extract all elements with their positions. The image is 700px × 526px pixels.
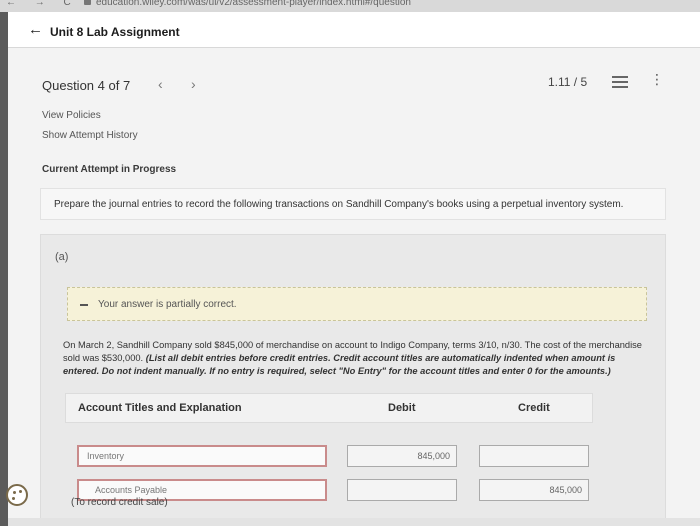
browser-toolbar: ← → C education.wiley.com/was/ui/v2/asse… [0, 0, 700, 12]
account-title-input[interactable]: Inventory [77, 445, 327, 467]
debit-amount-input[interactable]: 845,000 [347, 445, 457, 467]
back-arrow-icon[interactable]: ← [28, 22, 43, 37]
part-label: (a) [55, 251, 69, 263]
journal-table-header: Account Titles and Explanation Debit Cre… [65, 393, 593, 423]
show-attempt-history-link[interactable]: Show Attempt History [42, 130, 138, 141]
alert-message: Your answer is partially correct. [98, 299, 237, 310]
account-column-header: Account Titles and Explanation [78, 402, 242, 414]
part-a-panel: (a) Your answer is partially correct. On… [40, 234, 666, 526]
lock-icon [84, 0, 91, 5]
question-instructions-box: Prepare the journal entries to record th… [40, 188, 666, 220]
credit-amount-input[interactable] [479, 445, 589, 467]
problem-statement: On March 2, Sandhill Company sold $845,0… [63, 339, 643, 378]
palette-icon[interactable] [6, 484, 28, 506]
assignment-page: ← Unit 8 Lab Assignment Question 4 of 7 … [8, 12, 700, 526]
question-counter: Question 4 of 7 [42, 78, 131, 93]
more-options-icon[interactable]: ⋮ [650, 72, 664, 86]
main-content: Question 4 of 7 ‹ › 1.11 / 5 ⋮ View Poli… [8, 48, 700, 526]
question-instructions: Prepare the journal entries to record th… [54, 199, 624, 210]
partial-correct-alert: Your answer is partially correct. [67, 287, 647, 321]
browser-nav-icons[interactable]: ← → C [6, 0, 79, 8]
debit-amount-input[interactable] [347, 479, 457, 501]
minus-icon [80, 304, 88, 306]
page-footer-strip [8, 518, 700, 526]
address-bar[interactable]: education.wiley.com/was/ui/v2/assessment… [96, 0, 411, 8]
previous-question-chevron-icon[interactable]: ‹ [158, 76, 163, 92]
page-header: ← Unit 8 Lab Assignment [8, 12, 700, 48]
page-title: Unit 8 Lab Assignment [50, 25, 180, 39]
credit-column-header: Credit [518, 402, 550, 414]
entry-memo: (To record credit sale) [71, 497, 168, 508]
attempt-status: Current Attempt in Progress [42, 164, 177, 175]
question-list-icon[interactable] [612, 75, 628, 89]
view-policies-link[interactable]: View Policies [42, 110, 101, 121]
question-score: 1.11 / 5 [548, 75, 588, 89]
next-question-chevron-icon[interactable]: › [191, 76, 196, 92]
credit-amount-input[interactable]: 845,000 [479, 479, 589, 501]
debit-column-header: Debit [388, 402, 416, 414]
problem-instructions: (List all debit entries before credit en… [63, 353, 616, 376]
